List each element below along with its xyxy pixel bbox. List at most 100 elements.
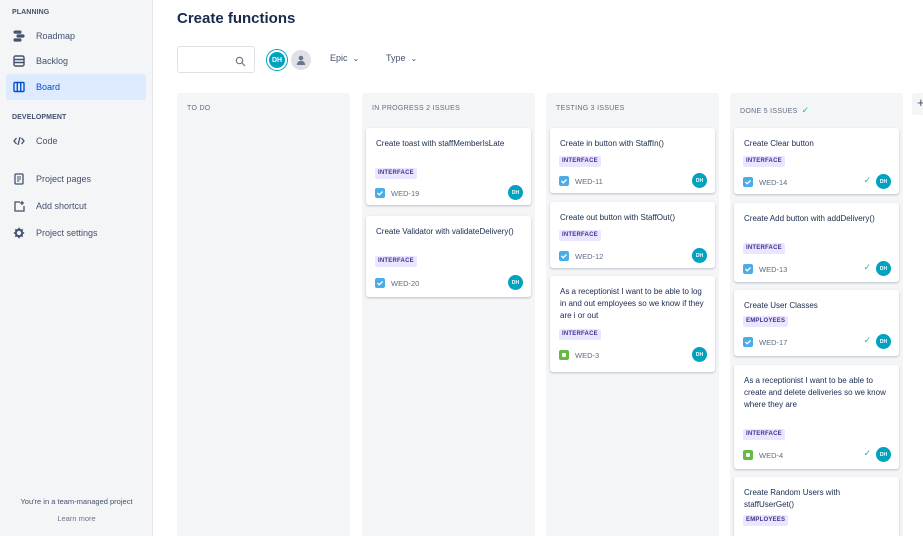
label-badge: INTERFACE bbox=[375, 256, 417, 267]
search-input[interactable] bbox=[177, 46, 255, 73]
column-todo: TO DO bbox=[177, 93, 350, 536]
issue-key[interactable]: WED-17 bbox=[759, 338, 787, 347]
issue-key[interactable]: WED-4 bbox=[759, 451, 783, 460]
person-icon bbox=[296, 55, 306, 65]
issue-key[interactable]: WED-12 bbox=[575, 252, 603, 261]
issue-key[interactable]: WED-11 bbox=[575, 177, 603, 186]
sidebar-item-roadmap[interactable]: Roadmap bbox=[6, 23, 146, 49]
avatar[interactable]: DH bbox=[876, 447, 891, 462]
issue-footer: WED-19 bbox=[375, 187, 419, 199]
issue-title: Create User Classes bbox=[744, 301, 818, 310]
chevron-down-icon: ⌄ bbox=[410, 53, 418, 63]
done-check-icon: ✓ bbox=[863, 335, 871, 345]
sidebar-item-project-settings[interactable]: Project settings bbox=[6, 220, 146, 246]
sidebar-item-code[interactable]: Code bbox=[6, 128, 146, 154]
add-column-button[interactable]: + bbox=[912, 93, 923, 115]
label-badge: INTERFACE bbox=[559, 329, 601, 340]
column-heading: TO DO bbox=[187, 105, 211, 112]
sidebar-item-board[interactable]: Board bbox=[6, 74, 146, 100]
sidebar: PLANNING Roadmap Backlog Board DEVELOPME… bbox=[0, 0, 153, 536]
avatar[interactable]: DH bbox=[876, 261, 891, 276]
column-heading: TESTING 3 ISSUES bbox=[556, 105, 625, 112]
done-check-icon: ✓ bbox=[863, 262, 871, 272]
avatar[interactable]: DH bbox=[876, 334, 891, 349]
avatar[interactable]: DH bbox=[692, 248, 707, 263]
pages-icon bbox=[12, 172, 26, 186]
check-icon: ✓ bbox=[801, 105, 810, 115]
issue-card[interactable]: Create in button with StaffIn() INTERFAC… bbox=[550, 128, 715, 193]
label-badge: INTERFACE bbox=[559, 156, 601, 167]
type-filter[interactable]: Type ⌄ bbox=[386, 53, 417, 63]
issue-key[interactable]: WED-19 bbox=[391, 189, 419, 198]
issue-card[interactable]: Create Clear button INTERFACE WED-14 ✓ D… bbox=[734, 128, 899, 194]
issue-title: Create out button with StaffOut() bbox=[560, 213, 676, 222]
issue-card[interactable]: Create Validator with validateDelivery()… bbox=[366, 216, 531, 297]
avatar[interactable]: DH bbox=[876, 174, 891, 189]
column-heading: DONE 5 ISSUES ✓ bbox=[740, 105, 809, 116]
sidebar-item-project-pages[interactable]: Project pages bbox=[6, 166, 146, 192]
column-done: DONE 5 ISSUES ✓ Create Clear button INTER… bbox=[730, 93, 903, 536]
unassigned-avatar[interactable] bbox=[291, 50, 311, 70]
column-in-progress: IN PROGRESS 2 ISSUES Create toast with s… bbox=[362, 93, 535, 536]
task-checkbox-icon bbox=[375, 188, 385, 198]
issue-key[interactable]: WED-3 bbox=[575, 351, 599, 360]
story-icon bbox=[743, 450, 753, 460]
task-checkbox-icon bbox=[375, 278, 385, 288]
issue-card[interactable]: Create out button with StaffOut() INTERF… bbox=[550, 202, 715, 268]
issue-title: As a receptionist I want to be able to l… bbox=[560, 287, 704, 320]
sidebar-item-label: Code bbox=[36, 136, 58, 146]
type-filter-label: Type bbox=[386, 53, 406, 63]
column-heading: IN PROGRESS 2 ISSUES bbox=[372, 105, 461, 112]
epic-filter[interactable]: Epic ⌄ bbox=[330, 53, 359, 63]
task-checkbox-icon bbox=[743, 337, 753, 347]
sidebar-item-label: Add shortcut bbox=[36, 201, 87, 211]
sidebar-item-label: Board bbox=[36, 82, 61, 92]
issue-card[interactable]: Create Random Users with staffUserGet() … bbox=[734, 477, 899, 536]
task-checkbox-icon bbox=[559, 176, 569, 186]
issue-key[interactable]: WED-13 bbox=[759, 265, 787, 274]
sidebar-item-label: Project settings bbox=[36, 228, 98, 238]
issue-footer: WED-20 bbox=[375, 277, 419, 289]
issue-key[interactable]: WED-20 bbox=[391, 279, 419, 288]
issue-footer: WED-14 bbox=[743, 176, 787, 188]
issue-card[interactable]: Create User Classes EMPLOYEES WED-17 ✓ D… bbox=[734, 290, 899, 356]
issue-card[interactable]: Create toast with staffMemberIsLate INTE… bbox=[366, 128, 531, 205]
issue-card[interactable]: As a receptionist I want to be able to c… bbox=[734, 365, 899, 469]
done-check-icon: ✓ bbox=[863, 448, 871, 458]
gear-icon bbox=[12, 226, 26, 240]
search-icon bbox=[235, 54, 246, 67]
code-icon bbox=[12, 134, 26, 148]
column-testing: TESTING 3 ISSUES Create in button with S… bbox=[546, 93, 719, 536]
label-badge: INTERFACE bbox=[375, 168, 417, 179]
issue-card[interactable]: As a receptionist I want to be able to l… bbox=[550, 276, 715, 372]
issue-title: Create Validator with validateDelivery() bbox=[376, 227, 514, 236]
label-badge: INTERFACE bbox=[743, 429, 785, 440]
roadmap-icon bbox=[12, 29, 26, 43]
sidebar-item-backlog[interactable]: Backlog bbox=[6, 48, 146, 74]
issue-card[interactable]: Create Add button with addDelivery() INT… bbox=[734, 203, 899, 282]
sidebar-item-label: Project pages bbox=[36, 174, 92, 184]
issue-key[interactable]: WED-14 bbox=[759, 178, 787, 187]
avatar[interactable]: DH bbox=[692, 173, 707, 188]
board-icon bbox=[12, 80, 26, 94]
avatar[interactable]: DH bbox=[692, 347, 707, 362]
page-title: Create functions bbox=[177, 10, 296, 27]
label-badge: EMPLOYEES bbox=[743, 316, 789, 327]
issue-footer: WED-3 bbox=[559, 349, 599, 361]
issue-title: Create Clear button bbox=[744, 139, 814, 148]
learn-more-link[interactable]: Learn more bbox=[0, 514, 153, 523]
issue-title: Create Add button with addDelivery() bbox=[744, 214, 875, 223]
add-shortcut-icon bbox=[12, 199, 26, 213]
avatar[interactable]: DH bbox=[267, 50, 287, 70]
issue-title: As a receptionist I want to be able to c… bbox=[744, 376, 886, 409]
column-heading-text: DONE 5 ISSUES bbox=[740, 108, 798, 115]
issue-footer: WED-4 bbox=[743, 449, 783, 461]
label-badge: INTERFACE bbox=[743, 243, 785, 254]
sidebar-item-add-shortcut[interactable]: Add shortcut bbox=[6, 193, 146, 219]
label-badge: INTERFACE bbox=[743, 156, 785, 167]
team-managed-note: You're in a team-managed project bbox=[20, 497, 133, 506]
issue-title: Create Random Users with staffUserGet() bbox=[744, 488, 841, 509]
sidebar-item-label: Backlog bbox=[36, 56, 69, 66]
avatar[interactable]: DH bbox=[508, 185, 523, 200]
avatar[interactable]: DH bbox=[508, 275, 523, 290]
